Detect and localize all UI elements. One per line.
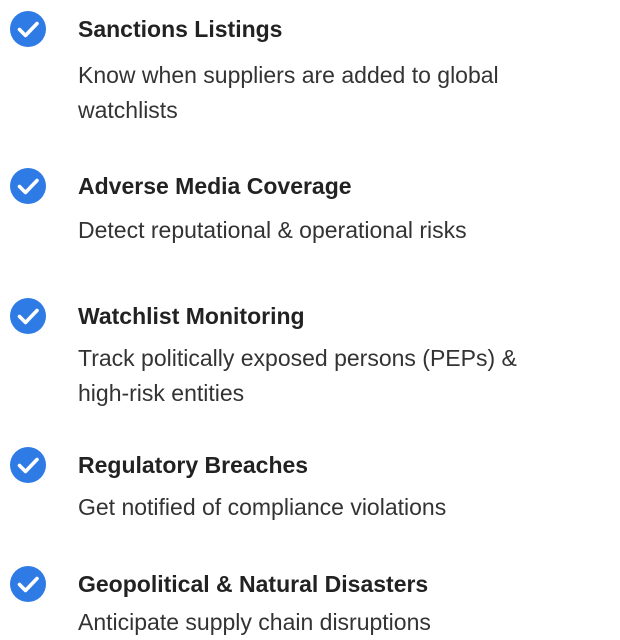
feature-description: Anticipate supply chain disruptions [78,609,431,635]
feature-title: Sanctions Listings [78,16,283,42]
check-circle-icon [10,447,46,483]
check-circle-icon [10,566,46,602]
feature-description: Get notified of compliance violations [78,494,447,520]
feature-title: Geopolitical & Natural Disasters [78,571,429,597]
feature-description: Detect reputational & operational risks [78,217,467,243]
feature-title: Regulatory Breaches [78,452,309,478]
check-circle-icon [10,168,46,204]
check-circle-icon [10,11,46,47]
feature-description: Track politically exposed persons (PEPs)… [78,345,517,406]
feature-title: Adverse Media Coverage [78,173,352,199]
feature-description: Know when suppliers are added to global … [78,62,499,123]
check-circle-icon [10,298,46,334]
feature-title: Watchlist Monitoring [78,303,305,329]
